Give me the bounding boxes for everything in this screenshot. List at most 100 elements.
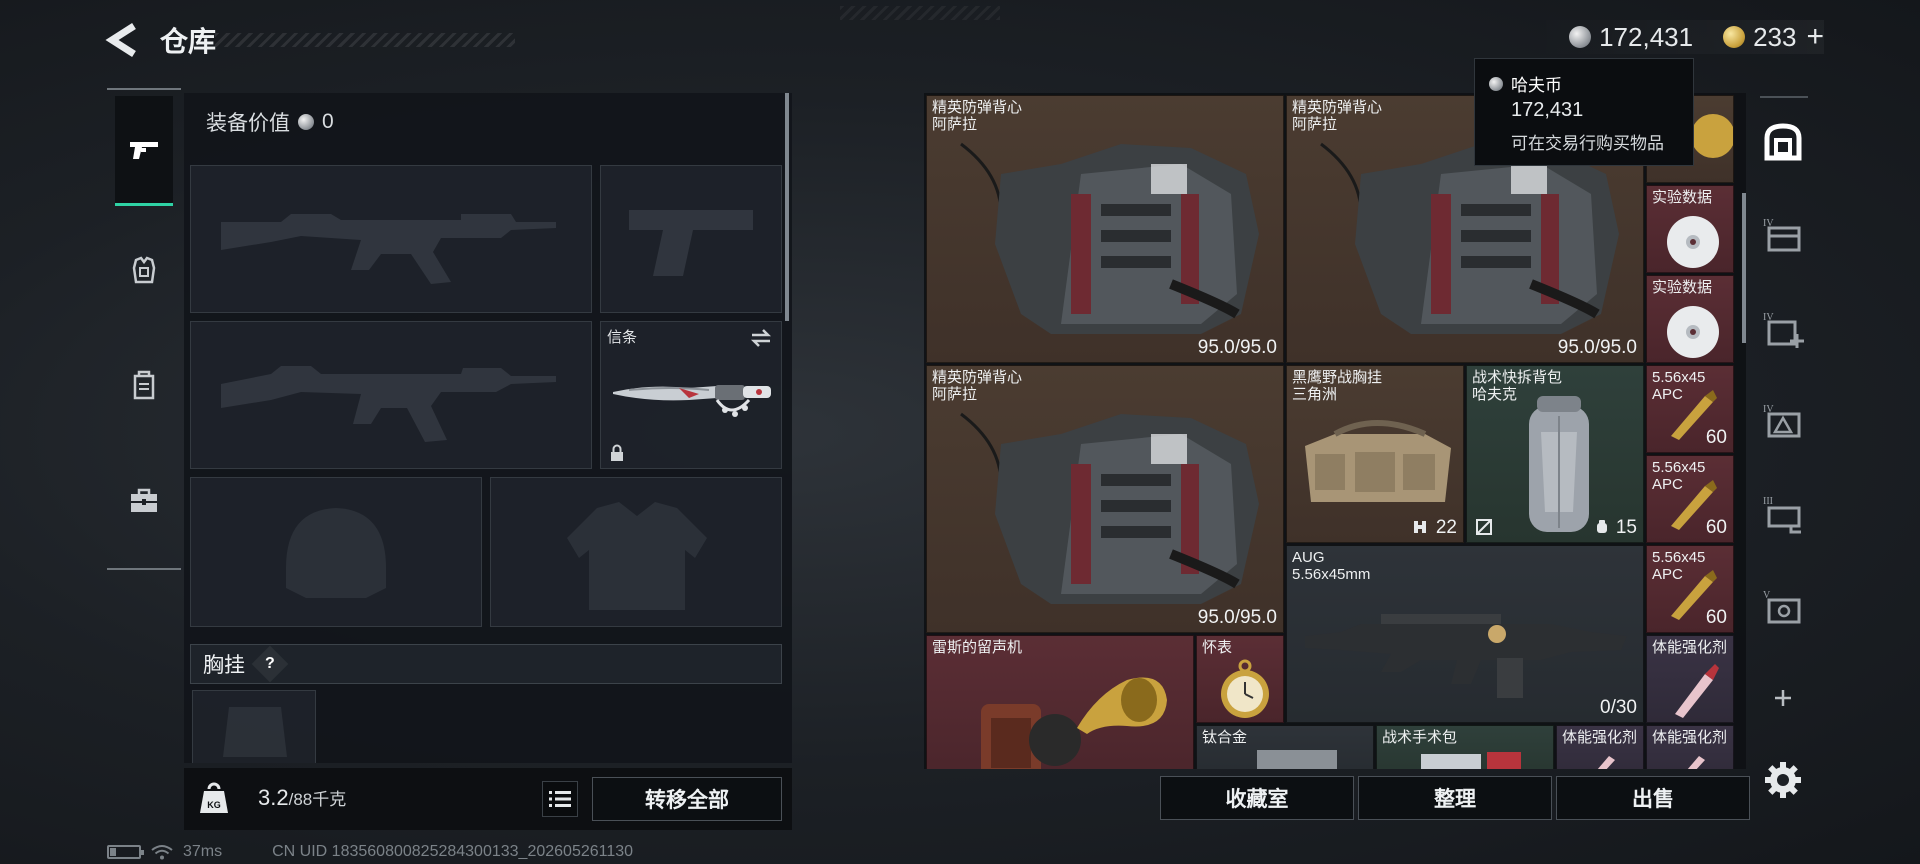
tooltip-title: 哈夫币 [1511,76,1562,95]
vest-image [960,142,1259,334]
currency-bar: 172,431 233 + [1530,20,1824,54]
backpack-small-icon [1597,520,1607,533]
primary-weapon-slot[interactable] [190,165,592,313]
helmet-silhouette-icon [286,508,386,598]
briefcase-icon [131,488,157,512]
silver-coin-icon [1489,76,1503,91]
list-icon [549,791,571,807]
knife-icon [613,385,771,417]
stash-page-iv-icon: IV [1763,218,1801,252]
stash-page-v-icon: V [1763,590,1801,624]
item-sub: 阿萨拉 [932,386,978,403]
stash-item-titanium[interactable]: 钛合金 [1196,725,1374,769]
tab-weapons[interactable] [115,96,173,206]
stash-item-ammo[interactable]: 5.56x45 APC 60 [1646,455,1734,543]
list-view-button[interactable] [542,781,578,817]
stash-home-button[interactable] [1756,115,1810,169]
item-sub: 阿萨拉 [932,116,978,133]
tab-backpack[interactable] [115,330,173,440]
stash-item-stim[interactable]: 体能强化剂 [1556,725,1644,769]
item-capacity: 15 [1615,517,1637,538]
add-stash-page-button[interactable] [1756,671,1810,725]
stash-item-stim[interactable]: 体能强化剂 [1646,635,1734,723]
stash-item-rifle[interactable]: AUG 5.56x45mm 0/30 [1286,545,1644,723]
add-gold-button[interactable]: + [1806,20,1824,54]
slot-grid-icon [1414,521,1426,533]
stash-page-rail: IV IV IV III V [1750,93,1816,798]
tooltip-amount: 172,431 [1511,99,1584,121]
rifle-silhouette-icon [221,214,556,284]
equipment-value-amount: 0 [322,110,334,133]
item-name: 雷斯的留声机 [932,639,1023,656]
body-armor-slot[interactable] [490,477,782,627]
item-durability: 95.0/95.0 [1197,337,1277,358]
stash-item-surgical-kit[interactable]: 战术手术包 [1376,725,1554,769]
stash-page-4-button[interactable]: IV [1756,209,1810,263]
helmet-slot[interactable] [190,477,482,627]
stash-item-chest-rig[interactable]: 黑鹰野战胸挂 三角洲 22 [1286,365,1464,543]
chest-rig-label: 胸挂 [203,654,245,677]
tab-armor[interactable] [115,216,173,326]
stash-page-3-button[interactable]: III [1756,487,1810,541]
syringe-image [1597,756,1615,769]
tooltip-title-row: 哈夫币 [1489,71,1562,96]
stash-item-backpack[interactable]: 战术快拆背包 哈夫克 15 [1466,365,1644,543]
transfer-all-button[interactable]: 转移全部 [592,777,782,821]
stash-item-data-disc[interactable]: 实验数据 [1646,275,1734,363]
swap-icon[interactable] [749,328,773,348]
add-icon [1775,690,1791,706]
item-sub: 5.56x45mm [1292,566,1371,583]
help-button[interactable]: ? [251,645,289,683]
aug-rifle-image [1305,614,1627,698]
sell-button[interactable]: 出售 [1556,776,1750,820]
stash-page-5-button[interactable]: V [1756,581,1810,635]
collection-room-button[interactable]: 收藏室 [1160,776,1354,820]
back-button[interactable] [104,20,140,60]
item-ammo: 0/30 [1600,697,1637,718]
wifi-icon [151,845,173,860]
tab-containers[interactable] [115,446,173,556]
armor-icon [132,256,156,284]
equipment-value-label: 装备价值 [206,112,290,135]
stash-page-iv-add-icon: IV [1763,312,1804,348]
silver-amount[interactable]: 172,431 [1599,22,1693,53]
equipment-value: 装备价值 0 [206,107,334,137]
stash-item-pocket-watch[interactable]: 怀表 [1196,635,1284,723]
currency-tooltip: 哈夫币 172,431 可在交易行购买物品 [1474,58,1694,166]
chest-rig-slot[interactable] [192,690,316,763]
stash-item-data-disc[interactable]: 实验数据 [1646,185,1734,273]
settings-gear-icon [1765,762,1801,798]
stash-item-stim[interactable]: 体能强化剂 [1646,725,1734,769]
item-sub: 阿萨拉 [1292,116,1338,133]
weight-max: /88千克 [288,790,347,809]
item-sub: 哈夫克 [1472,386,1518,403]
disc-image [1667,216,1719,268]
sort-button[interactable]: 整理 [1358,776,1552,820]
status-bar: 37ms CN UID 1835608008252843001​33_20260… [107,843,633,861]
stash-item-vest[interactable]: 精英防弹背心 阿萨拉 95.0/95.0 [926,365,1284,633]
header-decoration [840,6,1000,20]
settings-button[interactable] [1756,753,1810,807]
gold-coin-icon [1723,26,1746,48]
item-name: 体能强化剂 [1652,729,1728,746]
stash-page-iii-icon: III [1763,496,1801,534]
sidearm-slot[interactable] [600,165,782,313]
stash-item-ammo[interactable]: 5.56x45 APC 60 [1646,365,1734,453]
surgical-kit-image [1421,752,1521,769]
disc-image [1667,306,1719,358]
ping-text: 37ms [183,843,223,860]
stash-item-gramophone[interactable]: 雷斯的留声机 [926,635,1194,769]
stash-scrollbar[interactable] [1742,193,1746,343]
secondary-weapon-slot[interactable] [190,321,592,469]
pistol-icon [130,141,158,159]
weight-bar: KG 3.2/88千克 转移全部 [184,768,792,830]
stash-item-ammo[interactable]: 5.56x45 APC 60 [1646,545,1734,633]
stash-page-4-alert-button[interactable]: IV [1756,395,1810,449]
melee-slot[interactable]: 信条 [600,321,782,469]
category-tabs [107,88,181,570]
stash-item-vest[interactable]: 精英防弹背心 阿萨拉 95.0/95.0 [926,95,1284,363]
syringe-image [1687,756,1705,769]
equipment-scrollbar[interactable] [785,93,789,321]
stash-page-4-add-button[interactable]: IV [1756,303,1810,357]
item-name: 体能强化剂 [1562,729,1638,746]
